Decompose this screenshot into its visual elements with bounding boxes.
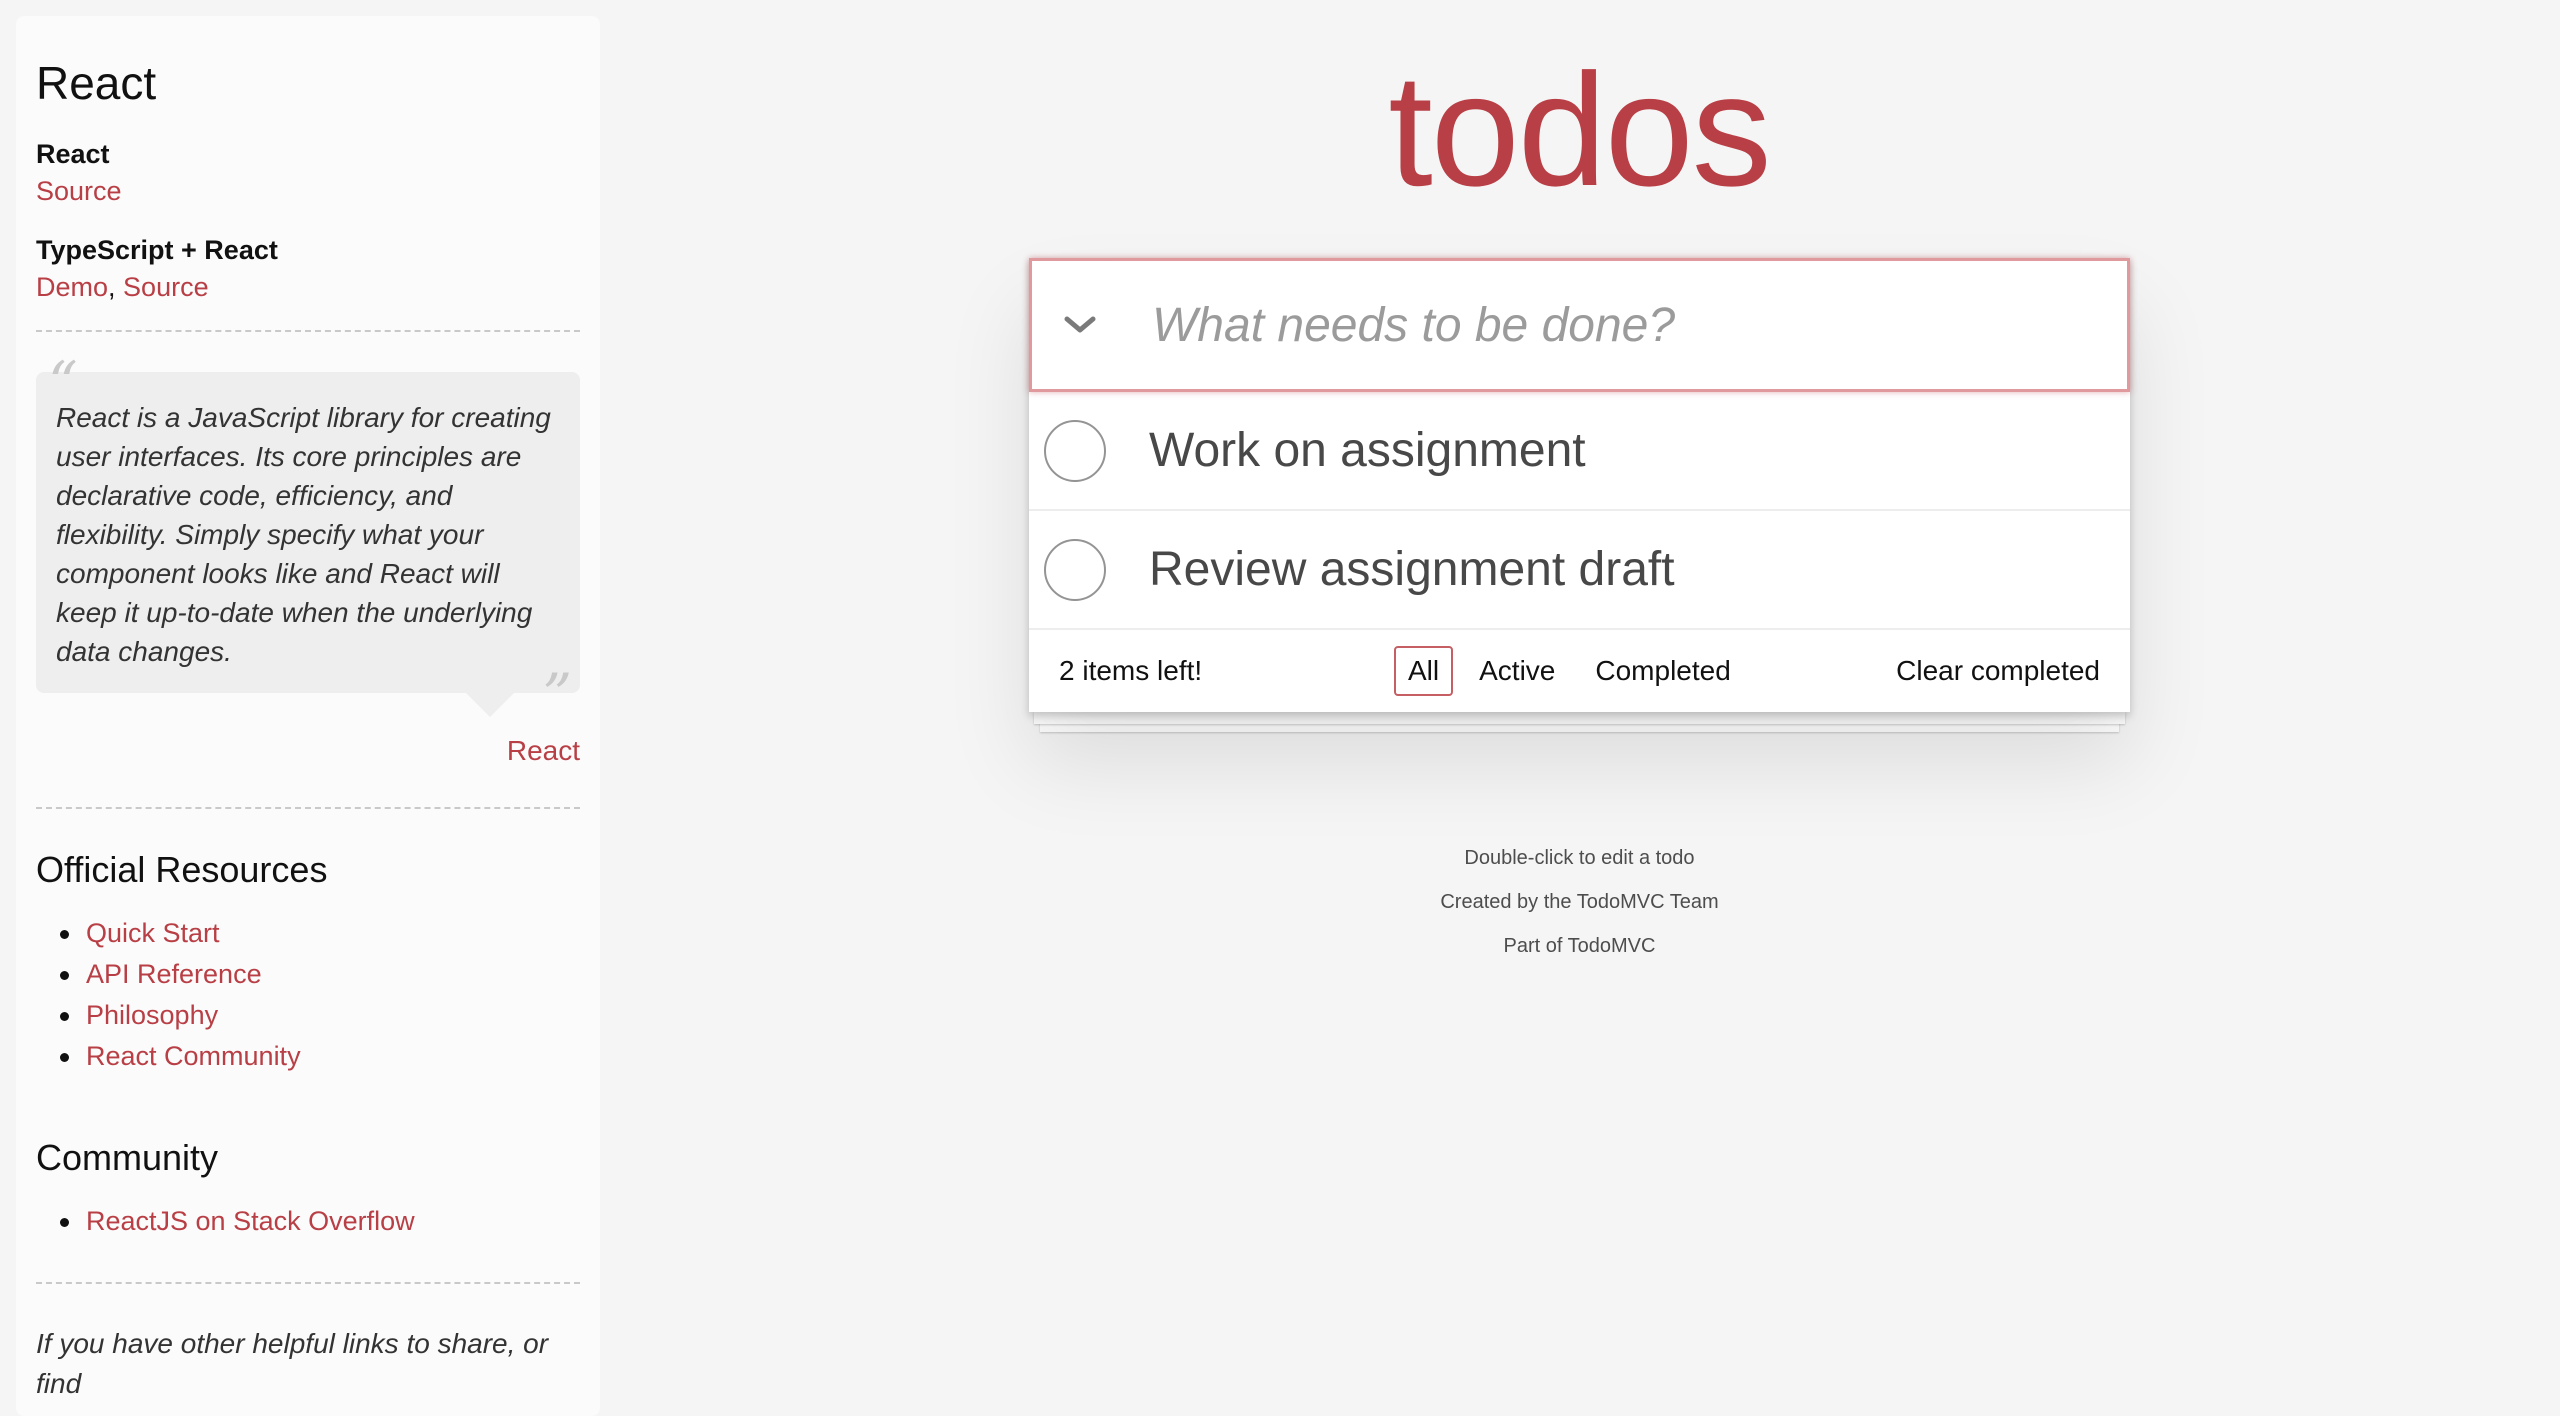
- info-credits: Created by the TodoMVC Team: [1440, 891, 1719, 913]
- info-edit-hint: Double-click to edit a todo: [1464, 847, 1695, 869]
- sidebar-title: React: [36, 57, 157, 109]
- toggle-all-chevron-down-icon[interactable]: [1056, 301, 1104, 349]
- divider: [36, 807, 580, 809]
- quote-box: “ React is a JavaScript library for crea…: [36, 354, 580, 724]
- link-separator: ,: [108, 272, 124, 302]
- todo-footer: 2 items left! All Active Completed Clear…: [1029, 630, 2130, 712]
- philosophy-link[interactable]: Philosophy: [86, 1000, 218, 1030]
- list-item: API Reference: [60, 954, 580, 995]
- filters: All Active Completed: [1394, 646, 1745, 696]
- implementation-typescript-react: TypeScript + React Demo, Source: [36, 232, 580, 306]
- info-part-of-prefix: Part of: [1503, 935, 1568, 957]
- react-community-link[interactable]: React Community: [86, 1041, 301, 1071]
- items-left-count: 2 items left!: [1059, 655, 1203, 686]
- list-item: Quick Start: [60, 913, 580, 954]
- new-todo-row: [1029, 258, 2130, 392]
- todo-label[interactable]: Review assignment draft: [1149, 545, 1675, 594]
- close-quote-icon: ”: [542, 661, 572, 729]
- quote-tail: [466, 693, 514, 717]
- implementation-name: TypeScript + React: [36, 235, 278, 265]
- clear-completed-button[interactable]: Clear completed: [1896, 655, 2100, 687]
- todo-checkbox[interactable]: [1044, 420, 1106, 482]
- quote-attribution-link[interactable]: React: [507, 735, 580, 766]
- todo-app: Work on assignment Review assignment dra…: [1029, 258, 2130, 712]
- source-link[interactable]: Source: [36, 176, 122, 206]
- todo-item: Work on assignment: [1029, 392, 2130, 511]
- todo-label[interactable]: Work on assignment: [1149, 426, 1586, 475]
- open-quote-icon: “: [48, 349, 78, 417]
- new-todo-input[interactable]: [1152, 261, 2102, 389]
- todo-item: Review assignment draft: [1029, 511, 2130, 630]
- todomvc-link[interactable]: TodoMVC: [1568, 935, 1656, 957]
- api-reference-link[interactable]: API Reference: [86, 959, 262, 989]
- list-item: React Community: [60, 1036, 580, 1077]
- filter-all[interactable]: All: [1394, 646, 1454, 696]
- community-heading: Community: [36, 1137, 219, 1178]
- official-resources-heading: Official Resources: [36, 849, 328, 890]
- divider: [36, 330, 580, 332]
- info-part-of: Part of TodoMVC: [1029, 924, 2130, 968]
- stack-decoration: [1034, 712, 2125, 724]
- implementation-name: React: [36, 139, 110, 169]
- filter-completed[interactable]: Completed: [1581, 646, 1744, 696]
- info-footer: Double-click to edit a todo Created by t…: [1029, 836, 2130, 968]
- list-item: ReactJS on Stack Overflow: [60, 1201, 580, 1242]
- list-item: Philosophy: [60, 995, 580, 1036]
- stack-overflow-link[interactable]: ReactJS on Stack Overflow: [86, 1206, 415, 1236]
- sidebar-footer-text: If you have other helpful links to share…: [36, 1328, 549, 1399]
- demo-link[interactable]: Demo: [36, 272, 108, 302]
- divider: [36, 1282, 580, 1284]
- filter-active[interactable]: Active: [1465, 646, 1569, 696]
- official-resources-list: Quick Start API Reference Philosophy Rea…: [36, 913, 580, 1077]
- quote-text: React is a JavaScript library for creati…: [56, 402, 551, 667]
- app-title: todos: [1388, 40, 1771, 219]
- sidebar: React React Source TypeScript + React De…: [16, 16, 600, 1416]
- community-list: ReactJS on Stack Overflow: [36, 1201, 580, 1242]
- implementation-react: React Source: [36, 136, 580, 210]
- source-link[interactable]: Source: [123, 272, 209, 302]
- todo-checkbox[interactable]: [1044, 539, 1106, 601]
- quick-start-link[interactable]: Quick Start: [86, 918, 220, 948]
